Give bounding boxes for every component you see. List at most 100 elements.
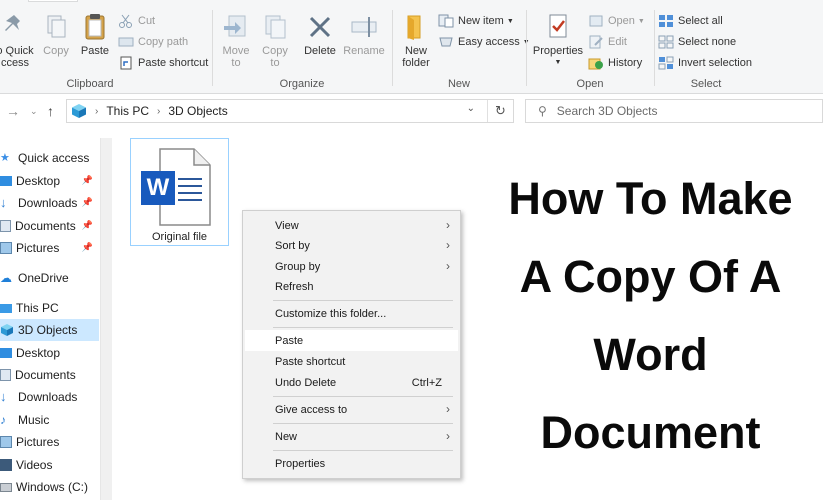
cube-3d-icon [0, 324, 14, 336]
nav-item-videos[interactable]: Videos [0, 454, 99, 476]
paste-shortcut-button[interactable]: Paste shortcut [118, 54, 208, 72]
move-to-button[interactable]: Move to [220, 12, 252, 69]
history-button[interactable]: History [588, 54, 642, 72]
nav-label: Quick access [18, 151, 90, 165]
address-dropdown-icon[interactable]: ⌄ [467, 103, 475, 114]
download-arrow-icon: ↓ [0, 195, 7, 210]
menu-item-undo-delete[interactable]: Undo Delete Ctrl+Z [245, 372, 458, 393]
copy-to-button[interactable]: Copy to [258, 12, 292, 69]
nav-item-onedrive[interactable]: ☁ OneDrive [0, 267, 99, 289]
delete-button[interactable]: Delete [302, 12, 338, 57]
open-button[interactable]: Open ▼ [588, 12, 645, 30]
up-arrow-icon[interactable]: ↑ [47, 103, 54, 119]
nav-item-this-pc[interactable]: This PC [0, 297, 99, 319]
breadcrumb-this-pc[interactable]: This PC [106, 104, 149, 118]
pin-icon: 📌 [81, 242, 93, 252]
pin-label-line2: ccess [0, 57, 30, 69]
new-group-label: New [447, 78, 470, 90]
computer-icon [0, 303, 12, 313]
ribbon-separator [212, 10, 213, 86]
folder-icon [401, 12, 431, 42]
menu-separator [273, 450, 453, 451]
nav-item-windows-c[interactable]: Windows (C:) [0, 476, 99, 498]
nav-item-music[interactable]: ♪ Music [0, 409, 99, 431]
invert-selection-icon [658, 56, 674, 70]
select-none-button[interactable]: Select none [658, 33, 736, 51]
paste-button[interactable]: Paste [78, 12, 112, 57]
menu-label: Sort by [275, 239, 310, 252]
nav-label: Documents [15, 368, 76, 382]
open-label: Open [608, 15, 635, 27]
edit-label: Edit [608, 36, 627, 48]
menu-label: Give access to [275, 403, 348, 416]
clipboard-group: o Quick ccess Copy Paste Cut Copy path P… [0, 6, 208, 92]
nav-label: 3D Objects [18, 323, 78, 337]
new-folder-button[interactable]: New folder [398, 12, 434, 69]
nav-item-documents[interactable]: Documents 📌 [0, 215, 99, 237]
nav-item-downloads-pc[interactable]: ↓ Downloads [0, 386, 99, 408]
context-menu: View › Sort by › Group by › Refresh Cust… [242, 210, 461, 479]
ribbon-separator [526, 10, 527, 86]
nav-label: Documents [15, 219, 76, 233]
copy-path-label: Copy path [138, 36, 189, 48]
select-all-button[interactable]: Select all [658, 12, 723, 30]
nav-item-desktop-pc[interactable]: Desktop [0, 342, 99, 364]
film-icon [0, 459, 12, 471]
edit-button[interactable]: Edit [588, 33, 627, 51]
nav-item-3d-objects[interactable]: 3D Objects [0, 319, 99, 341]
search-placeholder: Search 3D Objects [556, 104, 658, 118]
nav-item-quick-access[interactable]: ★ Quick access [0, 147, 99, 169]
nav-label: Downloads [18, 390, 78, 404]
nav-item-documents-pc[interactable]: Documents [0, 364, 99, 386]
ribbon-separator [654, 10, 655, 86]
menu-item-customize-folder[interactable]: Customize this folder... [245, 303, 458, 324]
edit-icon [588, 35, 604, 49]
menu-item-new[interactable]: New › [245, 426, 458, 447]
pin-to-quick-access-button[interactable]: o Quick ccess [0, 12, 38, 69]
menu-item-properties[interactable]: Properties [245, 453, 458, 474]
easy-access-button[interactable]: Easy access ▼ [438, 33, 530, 51]
navigation-pane: ★ Quick access Desktop 📌 ↓ Downloads 📌 D… [0, 138, 112, 500]
pin-icon [0, 12, 30, 42]
cut-button[interactable]: Cut [118, 12, 155, 30]
breadcrumb-3d-objects[interactable]: 3D Objects [168, 104, 227, 118]
menu-item-give-access[interactable]: Give access to › [245, 399, 458, 420]
nav-item-pictures[interactable]: Pictures 📌 [0, 237, 99, 259]
menu-item-view[interactable]: View › [245, 215, 458, 236]
nav-label: Desktop [16, 346, 61, 360]
nav-item-downloads[interactable]: ↓ Downloads 📌 [0, 192, 99, 214]
menu-item-refresh[interactable]: Refresh [245, 276, 458, 297]
new-folder-label-1: New [404, 45, 427, 57]
rename-button[interactable]: Rename [342, 12, 386, 57]
menu-label: Properties [275, 457, 326, 470]
rename-icon [349, 12, 379, 42]
menu-item-paste-shortcut[interactable]: Paste shortcut [245, 351, 458, 372]
search-box[interactable]: ⚲ Search 3D Objects [525, 99, 823, 123]
select-group: Select all Select none Invert selection … [656, 6, 756, 92]
menu-item-paste[interactable]: Paste [245, 330, 458, 351]
new-item-button[interactable]: New item ▼ [438, 12, 514, 30]
copy-button[interactable]: Copy [40, 12, 72, 57]
recent-locations-chevron-icon[interactable]: ⌄ [30, 106, 38, 117]
select-all-icon [658, 14, 674, 28]
menu-item-sort-by[interactable]: Sort by › [245, 235, 458, 256]
copy-path-icon [118, 35, 134, 49]
ribbon-tab-home[interactable] [28, 0, 78, 2]
copy-path-button[interactable]: Copy path [118, 33, 188, 51]
forward-arrow-icon[interactable]: → [6, 103, 20, 119]
scissors-icon [118, 14, 134, 28]
file-original[interactable]: W Original file [130, 138, 229, 246]
properties-button[interactable]: Properties ▼ [532, 12, 584, 69]
refresh-icon[interactable]: ↻ [487, 100, 513, 122]
ribbon: o Quick ccess Copy Paste Cut Copy path P… [0, 0, 823, 94]
navigation-pane-scrollbar[interactable] [100, 138, 112, 500]
nav-item-desktop[interactable]: Desktop 📌 [0, 170, 99, 192]
address-bar[interactable]: › This PC › 3D Objects ⌄ ↻ [66, 99, 514, 123]
headline-line-2: A Copy Of A [519, 251, 782, 302]
properties-icon [543, 12, 573, 42]
menu-item-group-by[interactable]: Group by › [245, 256, 458, 277]
invert-selection-button[interactable]: Invert selection [658, 54, 752, 72]
nav-item-pictures-pc[interactable]: Pictures [0, 431, 99, 453]
navigation-row: → ⌄ ↑ › This PC › 3D Objects ⌄ ↻ ⚲ Searc… [0, 95, 823, 129]
download-arrow-icon: ↓ [0, 389, 7, 404]
